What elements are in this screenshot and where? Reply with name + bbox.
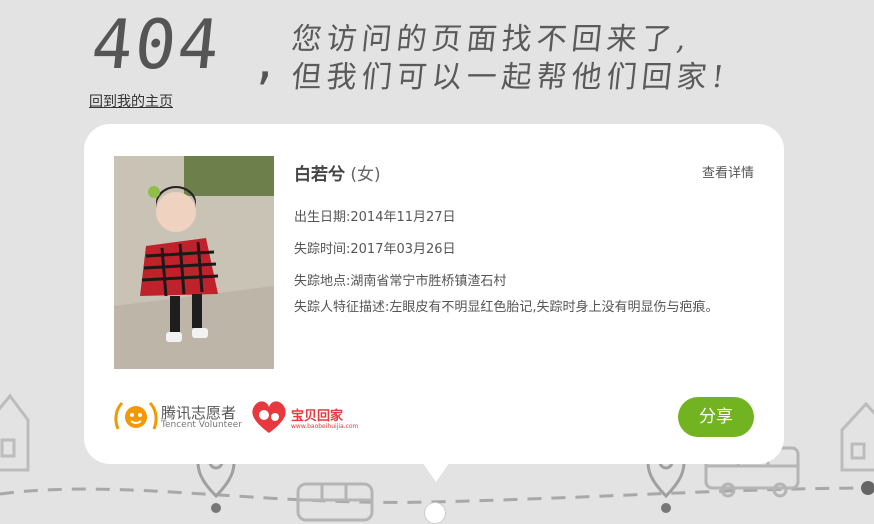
home-link[interactable]: 回到我的主页 bbox=[89, 91, 173, 111]
road-dot-far-right bbox=[861, 481, 874, 495]
card-pointer bbox=[422, 462, 450, 482]
heart-icon bbox=[252, 401, 286, 433]
person-name: 白若兮 bbox=[294, 165, 345, 185]
tencent-volunteer-en: Tencent Volunteer bbox=[161, 420, 242, 430]
child-photo bbox=[114, 156, 274, 369]
missing-time: 失踪时间:2017年03月26日 bbox=[294, 242, 456, 257]
baobei-huijia-text: 宝贝回家 bbox=[291, 409, 344, 424]
road-dashed-line bbox=[0, 486, 874, 504]
tencent-emblem-icon bbox=[114, 401, 158, 430]
baobei-huijia-logo: 宝贝回家 www.baobeihuijia.com bbox=[249, 399, 358, 435]
error-code: 404 bbox=[87, 6, 225, 85]
road-dot-left bbox=[211, 503, 221, 513]
road-dot-right bbox=[661, 503, 671, 513]
baobei-huijia-url: www.baobeihuijia.com bbox=[291, 423, 359, 430]
missing-place: 失踪地点:湖南省常宁市胜桥镇渣石村 bbox=[294, 274, 507, 289]
house-icon-right bbox=[840, 401, 874, 472]
error-comma: , bbox=[256, 28, 274, 91]
birth-date: 出生日期:2014年11月27日 bbox=[294, 210, 456, 225]
road-marker-center bbox=[424, 502, 446, 524]
tencent-volunteer-logo: 腾讯志愿者 Tencent Volunteer bbox=[114, 399, 244, 435]
view-details-link[interactable]: 查看详情 bbox=[702, 162, 754, 181]
features-description: 失踪人特征描述:左眼皮有不明显红色胎记,失踪时身上没有明显伤与疤痕。 bbox=[294, 300, 719, 315]
error-message-line2: 但我们可以一起帮他们回家! bbox=[289, 60, 731, 95]
person-name-row: 白若兮 (女) bbox=[294, 160, 381, 185]
missing-person-card: 白若兮 (女) 查看详情 出生日期:2014年11月27日 失踪时间:2017年… bbox=[84, 124, 784, 464]
share-button[interactable]: 分享 bbox=[678, 397, 754, 437]
house-icon-left bbox=[0, 393, 30, 472]
person-gender: (女) bbox=[350, 165, 381, 185]
